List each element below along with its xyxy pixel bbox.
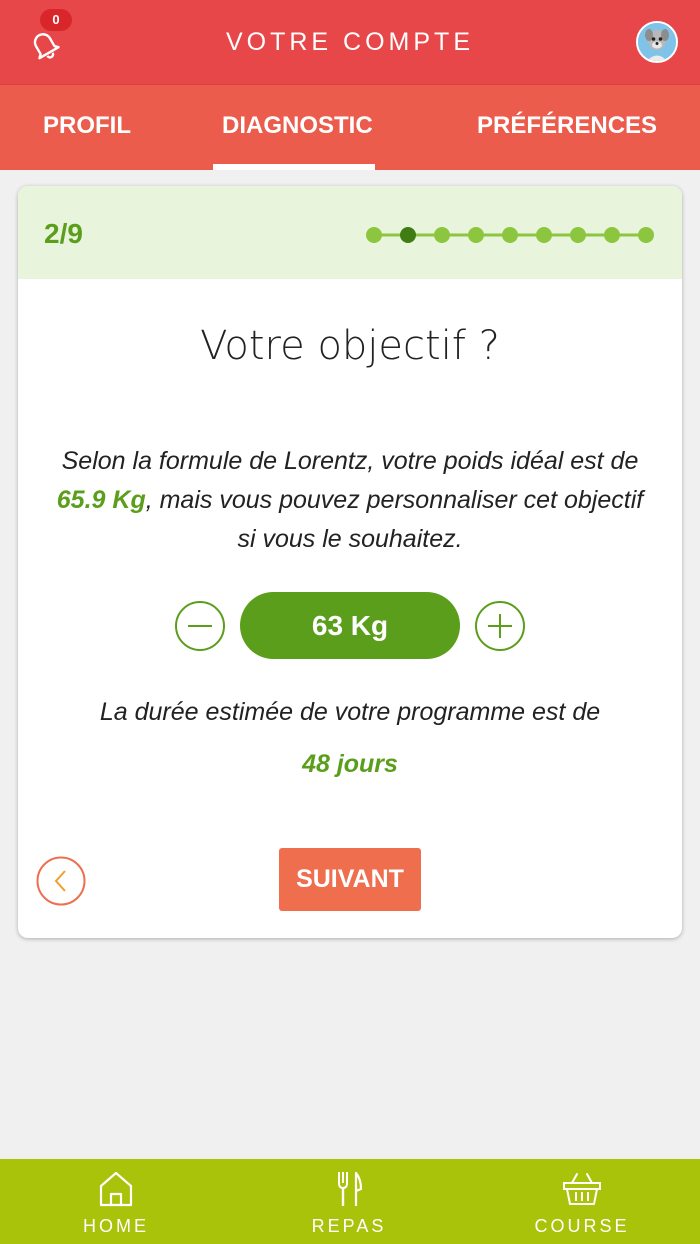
increase-weight-button[interactable] — [474, 600, 526, 652]
decrease-weight-button[interactable] — [174, 600, 226, 652]
top-bar: 0 VOTRE COMPTE — [0, 0, 700, 84]
tab-preferences[interactable]: PRÉFÉRENCES — [477, 112, 657, 140]
tab-bar: PROFIL DIAGNOSTIC PRÉFÉRENCES — [0, 84, 700, 170]
active-tab-indicator — [213, 164, 375, 170]
ideal-weight: 65.9 Kg — [56, 486, 146, 514]
progress-dot — [570, 227, 586, 243]
basket-icon — [563, 1173, 601, 1205]
back-button[interactable] — [36, 856, 86, 906]
nav-home[interactable]: HOME — [16, 1159, 216, 1244]
progress-dot — [468, 227, 484, 243]
progress-dots — [366, 227, 654, 243]
nav-course-label: COURSE — [534, 1216, 630, 1236]
progress-dot — [536, 227, 552, 243]
nav-home-label: HOME — [83, 1216, 149, 1236]
progress-dot — [604, 227, 620, 243]
description-text-end: , mais vous pouvez personnaliser cet obj… — [145, 486, 644, 553]
plus-icon — [475, 601, 525, 651]
nav-repas-label: REPAS — [311, 1216, 387, 1236]
objective-description: Selon la formule de Lorentz, votre poids… — [48, 442, 652, 559]
progress-dot — [434, 227, 450, 243]
duration-value: 48 jours — [302, 750, 398, 778]
target-weight-value: 63 Kg — [240, 592, 460, 659]
nav-course[interactable]: COURSE — [482, 1159, 682, 1244]
minus-icon — [175, 601, 225, 651]
bottom-nav: HOME REPAS COURSE — [0, 1159, 700, 1244]
cutlery-icon — [338, 1171, 363, 1206]
progress-dot — [366, 227, 382, 243]
duration-label: La durée estimée de votre programme est … — [99, 698, 601, 726]
progress-dot — [638, 227, 654, 243]
home-icon — [99, 1171, 133, 1207]
diagnostic-card: 2/9 Votre objectif ? Selon la formule de… — [18, 186, 682, 938]
nav-repas[interactable]: REPAS — [249, 1159, 449, 1244]
next-button[interactable]: SUIVANT — [279, 848, 421, 911]
progress-dot — [502, 227, 518, 243]
progress-dot-current — [400, 227, 416, 243]
question-title: Votre objectif ? — [200, 323, 500, 369]
card-header: 2/9 — [18, 186, 682, 279]
step-counter: 2/9 — [44, 218, 83, 249]
user-avatar[interactable] — [636, 21, 678, 63]
tab-diagnostic[interactable]: DIAGNOSTIC — [222, 112, 373, 140]
chevron-left-icon — [36, 856, 86, 906]
tab-profil[interactable]: PROFIL — [43, 112, 131, 140]
description-text: Selon la formule de Lorentz, votre poids… — [61, 447, 639, 475]
page-title: VOTRE COMPTE — [225, 28, 474, 56]
